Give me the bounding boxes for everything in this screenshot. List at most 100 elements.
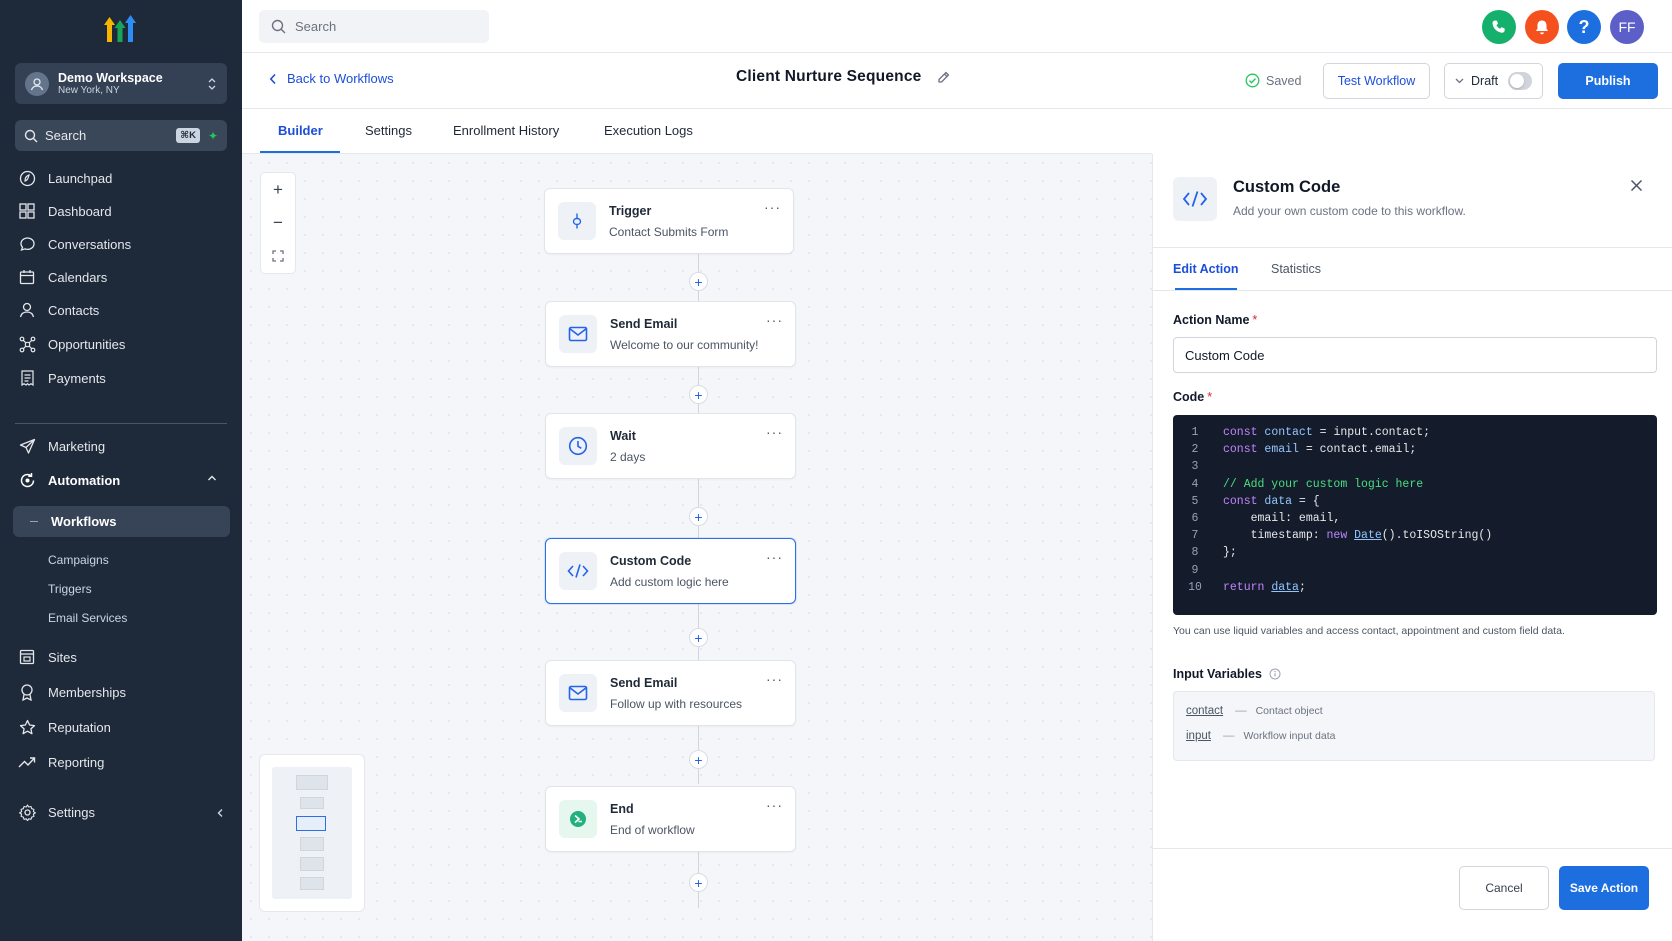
close-icon[interactable] (1630, 179, 1643, 192)
sidebar-item-label: Settings (48, 804, 95, 820)
sidebar-item-settings[interactable]: Settings (18, 800, 95, 824)
sidebar-item-opportunities[interactable]: Opportunities (18, 332, 125, 356)
check-circle-icon (1245, 73, 1260, 88)
input-variables-list: contact — Contact object input — Workflo… (1173, 691, 1655, 761)
more-options-icon[interactable]: ··· (766, 312, 783, 328)
more-options-icon[interactable]: ··· (764, 199, 781, 215)
more-options-icon[interactable]: ··· (766, 424, 783, 440)
input-variable-row[interactable]: contact — Contact object (1186, 705, 1323, 717)
workflow-node-send-email-2[interactable]: Send Email Follow up with resources ··· (545, 660, 796, 726)
tab-statistics[interactable]: Statistics (1271, 262, 1321, 276)
help-button[interactable]: ? (1567, 10, 1601, 44)
phone-button[interactable] (1482, 10, 1516, 44)
sidebar-item-payments[interactable]: Payments (18, 366, 106, 390)
sidebar-item-sites[interactable]: Sites (18, 645, 77, 669)
more-options-icon[interactable]: ··· (766, 671, 783, 687)
action-panel: Custom Code Add your own custom code to … (1152, 154, 1672, 941)
tab-settings[interactable]: Settings (365, 123, 412, 138)
input-variable-row[interactable]: input — Workflow input data (1186, 730, 1335, 742)
publish-button[interactable]: Publish (1558, 63, 1658, 99)
code-variable: data (1271, 580, 1299, 594)
sidebar-item-label: Reputation (48, 719, 111, 735)
sidebar-item-calendars[interactable]: Calendars (18, 265, 107, 289)
sidebar-item-reputation[interactable]: Reputation (18, 715, 111, 739)
sidebar-subitem-email-services[interactable]: Email Services (48, 611, 127, 625)
chevron-left-icon[interactable] (216, 808, 224, 818)
workflow-canvas[interactable]: + − + + + + + + Trigger Contact Submits … (242, 154, 1152, 941)
back-to-workflows-link[interactable]: Back to Workflows (269, 71, 394, 86)
user-icon (18, 301, 36, 319)
sidebar-item-label: Marketing (48, 438, 106, 454)
workspace-switcher[interactable]: Demo Workspace New York, NY (15, 63, 227, 104)
lightning-icon (558, 202, 596, 240)
minimap-node (300, 837, 324, 851)
app-logo-icon[interactable] (103, 12, 137, 46)
sidebar-item-launchpad[interactable]: Launchpad (18, 166, 112, 190)
code-line: 6 email: email, (1173, 510, 1657, 527)
tab-execution-logs[interactable]: Execution Logs (604, 123, 693, 138)
code-text: return data; (1217, 581, 1306, 594)
sidebar-item-label: Calendars (48, 269, 108, 285)
chat-bubble-icon (18, 235, 36, 253)
tab-enrollment-history[interactable]: Enrollment History (453, 123, 559, 138)
help-icon: ? (1578, 16, 1590, 37)
tab-builder[interactable]: Builder (278, 123, 323, 138)
sidebar-item-contacts[interactable]: Contacts (18, 298, 99, 322)
global-search-input[interactable]: Search (259, 10, 489, 43)
info-icon[interactable] (1269, 668, 1281, 680)
sidebar-item-marketing[interactable]: Marketing (18, 434, 105, 458)
chevron-up-icon[interactable] (207, 474, 217, 482)
workflow-node-end[interactable]: End End of workflow ··· (545, 786, 796, 852)
variable-name[interactable]: input (1186, 730, 1211, 742)
code-label: Code * (1173, 390, 1212, 404)
sparkle-icon[interactable]: ✦ (208, 129, 218, 143)
add-step-button[interactable]: + (689, 507, 708, 526)
panel-tabs: Edit Action Statistics (1153, 247, 1672, 291)
draft-toggle-group[interactable]: Draft (1444, 63, 1543, 99)
test-workflow-button[interactable]: Test Workflow (1323, 63, 1430, 99)
back-label: Back to Workflows (287, 71, 394, 86)
sidebar-subitem-triggers[interactable]: Triggers (48, 582, 92, 596)
code-editor[interactable]: 1 const contact = input.contact; 2 const e… (1173, 415, 1657, 615)
node-title: Wait (610, 429, 636, 443)
canvas-minimap[interactable] (259, 754, 365, 912)
variable-name[interactable]: contact (1186, 705, 1223, 717)
workflow-node-custom-code[interactable]: Custom Code Add custom logic here ··· (545, 538, 796, 604)
node-subtitle: 2 days (610, 450, 646, 464)
workflow-node-wait[interactable]: Wait 2 days ··· (545, 413, 796, 479)
pencil-icon[interactable] (937, 71, 950, 84)
mail-icon (559, 674, 597, 712)
user-avatar[interactable]: FF (1610, 10, 1644, 44)
sidebar-item-reporting[interactable]: Reporting (18, 750, 104, 774)
sidebar-subitem-campaigns[interactable]: Campaigns (48, 553, 109, 567)
save-action-button[interactable]: Save Action (1559, 866, 1649, 910)
sidebar-item-dashboard[interactable]: Dashboard (18, 199, 112, 223)
search-shortcut-badge: ⌘K (176, 128, 200, 143)
code-text: timestamp: new Date().toISOString() (1217, 529, 1493, 542)
more-options-icon[interactable]: ··· (766, 549, 783, 565)
zoom-in-button[interactable]: + (261, 173, 295, 206)
publish-toggle[interactable] (1508, 72, 1532, 90)
line-number: 2 (1191, 443, 1199, 457)
add-step-button[interactable]: + (689, 628, 708, 647)
add-step-button[interactable]: + (689, 272, 708, 291)
workflow-node-trigger[interactable]: Trigger Contact Submits Form ··· (544, 188, 794, 254)
sidebar-item-label: Sites (48, 649, 77, 665)
sidebar-item-conversations[interactable]: Conversations (18, 232, 131, 256)
sidebar-item-automation[interactable]: Automation (18, 468, 120, 492)
cancel-button[interactable]: Cancel (1459, 866, 1549, 910)
tab-edit-action[interactable]: Edit Action (1173, 262, 1239, 276)
add-step-button[interactable]: + (689, 385, 708, 404)
label-text: Action Name (1173, 313, 1250, 327)
sidebar-item-memberships[interactable]: Memberships (18, 680, 126, 704)
notifications-button[interactable] (1525, 10, 1559, 44)
workflow-node-send-email-1[interactable]: Send Email Welcome to our community! ··· (545, 301, 796, 367)
more-options-icon[interactable]: ··· (766, 797, 783, 813)
add-step-button[interactable]: + (689, 873, 708, 892)
add-step-button[interactable]: + (689, 750, 708, 769)
zoom-out-button[interactable]: − (261, 206, 295, 239)
sidebar-item-workflows[interactable]: Workflows (13, 506, 230, 537)
sidebar-search[interactable]: Search ⌘K ✦ (15, 120, 227, 151)
fit-view-button[interactable] (261, 239, 295, 272)
action-name-input[interactable] (1173, 337, 1657, 373)
